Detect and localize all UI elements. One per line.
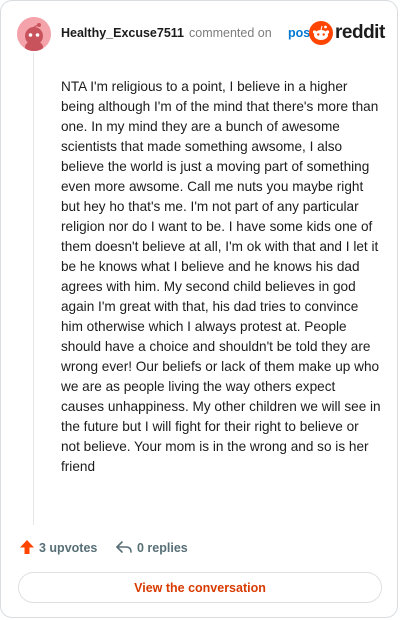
comment-actions: 3 upvotes 0 replies	[19, 537, 319, 559]
reply-arrow-icon[interactable]	[115, 539, 133, 555]
snoo-avatar-icon[interactable]	[17, 17, 51, 51]
reddit-logo[interactable]: reddit	[309, 21, 385, 47]
thread-line	[33, 53, 34, 525]
comment-text: NTA I'm religious to a point, I believe …	[61, 79, 381, 474]
reply-count[interactable]: 0 replies	[137, 541, 188, 555]
view-conversation-label: View the conversation	[134, 580, 266, 595]
upvote-arrow-icon[interactable]	[19, 539, 35, 555]
reddit-wordmark: reddit	[335, 22, 385, 43]
comment-header: Healthy_Excuse7511 commented on post red…	[17, 17, 385, 51]
comment-card: Healthy_Excuse7511 commented on post red…	[0, 0, 398, 618]
view-conversation-button[interactable]: View the conversation	[18, 572, 382, 603]
upvote-count[interactable]: 3 upvotes	[39, 541, 97, 555]
username[interactable]: Healthy_Excuse7511	[61, 26, 184, 40]
commented-on-text: commented on	[189, 26, 272, 40]
reddit-logo-icon	[309, 21, 333, 45]
